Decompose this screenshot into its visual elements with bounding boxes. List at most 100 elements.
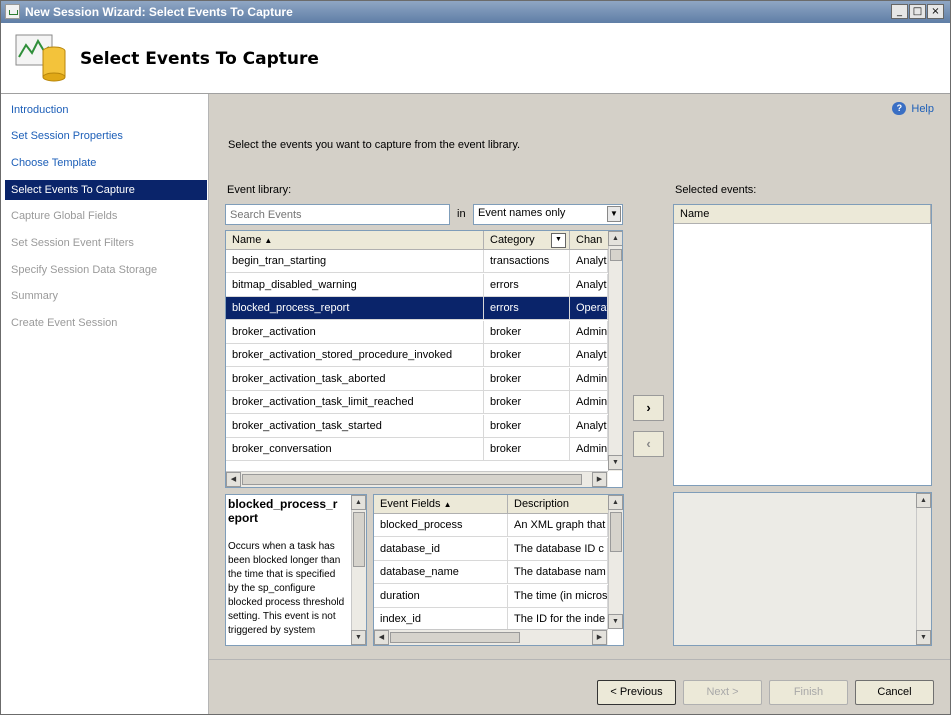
scroll-down-icon[interactable]: ▼ bbox=[351, 630, 366, 645]
cell-name: broker_conversation bbox=[226, 438, 484, 460]
app-icon bbox=[5, 4, 20, 19]
help-label: Help bbox=[911, 102, 934, 115]
column-header-name[interactable]: Name ▲ bbox=[226, 231, 484, 250]
column-filter-icon[interactable]: ▼ bbox=[551, 233, 566, 248]
cell-name: bitmap_disabled_warning bbox=[226, 273, 484, 296]
nav-item-capture-global-fields: Capture Global Fields bbox=[11, 210, 118, 222]
maximize-button[interactable]: □ bbox=[909, 4, 926, 19]
table-row[interactable]: duration The time (in micros bbox=[374, 584, 608, 608]
column-header-event-fields[interactable]: Event Fields ▲ bbox=[374, 495, 508, 514]
scroll-down-icon[interactable]: ▼ bbox=[608, 455, 622, 470]
cell-channel: Analyti bbox=[570, 414, 608, 437]
scroll-thumb[interactable] bbox=[610, 249, 622, 261]
nav-item-set-session-properties[interactable]: Set Session Properties bbox=[5, 126, 207, 146]
add-event-button[interactable]: › bbox=[633, 395, 664, 421]
scroll-up-icon[interactable]: ▲ bbox=[351, 495, 366, 510]
column-header-channel[interactable]: Chan bbox=[570, 231, 610, 250]
cell-name: broker_activation_task_started bbox=[226, 414, 484, 437]
scroll-thumb[interactable] bbox=[353, 512, 365, 567]
page-title: Select Events To Capture bbox=[80, 49, 319, 69]
event-library-label: Event library: bbox=[227, 184, 292, 196]
search-scope-value: Event names only bbox=[478, 207, 566, 219]
table-row[interactable]: begin_tran_starting transactions Analyti bbox=[226, 250, 608, 273]
selected-events-label: Selected events: bbox=[675, 184, 757, 196]
table-row[interactable]: broker_activation_task_aborted broker Admi… bbox=[226, 367, 608, 391]
cell-name: blocked_process_report bbox=[226, 297, 484, 319]
minimize-button[interactable]: _ bbox=[891, 4, 908, 19]
table-row[interactable]: broker_activation_stored_procedure_invok… bbox=[226, 344, 608, 367]
table-row[interactable]: index_id The ID for the inde bbox=[374, 608, 608, 631]
column-header-category[interactable]: Category ▼ bbox=[484, 231, 570, 250]
cell-category: broker bbox=[484, 391, 570, 413]
cell-category: broker bbox=[484, 414, 570, 437]
table-row[interactable]: broker_conversation broker Admin bbox=[226, 438, 608, 461]
cell-category: errors bbox=[484, 273, 570, 296]
fields-vertical-scrollbar[interactable]: ▲ ▼ bbox=[608, 495, 623, 629]
scroll-left-icon[interactable]: ◀ bbox=[226, 472, 241, 487]
column-header-description[interactable]: Description bbox=[508, 495, 610, 514]
scroll-left-icon[interactable]: ◀ bbox=[374, 630, 389, 645]
search-events-input[interactable] bbox=[225, 204, 450, 225]
cancel-button[interactable]: Cancel bbox=[855, 680, 934, 705]
fields-horizontal-scrollbar[interactable]: ◀ ▶ bbox=[374, 629, 608, 645]
cell-channel: Admin bbox=[570, 391, 608, 413]
finish-button[interactable]: Finish bbox=[769, 680, 848, 705]
cell-channel: Admin bbox=[570, 367, 608, 390]
cell-field: index_id bbox=[374, 608, 508, 630]
cell-channel: Analyti bbox=[570, 273, 608, 296]
hscroll-thumb[interactable] bbox=[390, 632, 520, 643]
table-row[interactable]: database_id The database ID c bbox=[374, 537, 608, 561]
library-vertical-scrollbar[interactable]: ▲ ▼ bbox=[608, 231, 622, 471]
scroll-down-icon[interactable]: ▼ bbox=[608, 614, 623, 629]
close-button[interactable]: × bbox=[927, 4, 944, 19]
table-row[interactable]: blocked_process An XML graph that bbox=[374, 514, 608, 537]
cell-category: transactions bbox=[484, 250, 570, 272]
table-row[interactable]: database_name The database nam bbox=[374, 561, 608, 584]
next-button[interactable]: Next > bbox=[683, 680, 762, 705]
cell-name: broker_activation bbox=[226, 320, 484, 343]
scroll-right-icon[interactable]: ▶ bbox=[592, 630, 607, 645]
cell-description: The ID for the inde bbox=[508, 608, 608, 630]
scroll-up-icon[interactable]: ▲ bbox=[608, 495, 623, 510]
cell-category: errors bbox=[484, 297, 570, 319]
table-row[interactable]: broker_activation_task_limit_reached brok… bbox=[226, 391, 608, 414]
scroll-up-icon[interactable]: ▲ bbox=[916, 493, 931, 508]
chevron-down-icon[interactable]: ▼ bbox=[607, 206, 621, 222]
event-fields-grid[interactable]: Event Fields ▲ Description blocked_proce… bbox=[373, 494, 624, 646]
help-link[interactable]: ? Help bbox=[892, 102, 934, 115]
nav-item-introduction[interactable]: Introduction bbox=[5, 100, 207, 120]
nav-item-choose-template[interactable]: Choose Template bbox=[5, 153, 207, 173]
table-row[interactable]: bitmap_disabled_warning errors Analyti bbox=[226, 273, 608, 297]
table-row[interactable]: broker_activation broker Admin bbox=[226, 320, 608, 344]
sort-ascending-icon: ▲ bbox=[443, 500, 452, 509]
table-row[interactable]: blocked_process_report errors Operat bbox=[226, 297, 608, 320]
selected-events-grid[interactable]: Name bbox=[673, 204, 932, 486]
cell-description: The time (in micros bbox=[508, 584, 608, 607]
details-scrollbar[interactable]: ▲ ▼ bbox=[916, 493, 931, 645]
cell-description: The database nam bbox=[508, 561, 608, 583]
scroll-up-icon[interactable]: ▲ bbox=[608, 231, 622, 246]
library-horizontal-scrollbar[interactable]: ◀ ▶ bbox=[226, 471, 608, 487]
instruction-text: Select the events you want to capture fr… bbox=[228, 139, 521, 151]
nav-item-set-event-filters: Set Session Event Filters bbox=[11, 237, 134, 249]
nav-item-select-events[interactable]: Select Events To Capture bbox=[5, 180, 207, 200]
scroll-down-icon[interactable]: ▼ bbox=[916, 630, 931, 645]
previous-button[interactable]: < Previous bbox=[597, 680, 676, 705]
remove-event-button[interactable]: ‹ bbox=[633, 431, 664, 457]
scroll-thumb[interactable] bbox=[610, 512, 622, 552]
cell-description: An XML graph that bbox=[508, 514, 608, 536]
table-row[interactable]: broker_activation_task_started broker Anal… bbox=[226, 414, 608, 438]
window-controls: _ □ × bbox=[891, 4, 944, 19]
hscroll-thumb[interactable] bbox=[242, 474, 582, 485]
description-scrollbar[interactable]: ▲ ▼ bbox=[351, 495, 366, 645]
cell-category: broker bbox=[484, 367, 570, 390]
column-header-selected-name[interactable]: Name bbox=[674, 205, 931, 224]
cell-name: broker_activation_task_limit_reached bbox=[226, 391, 484, 413]
event-description-title: blocked_process_r eport bbox=[228, 497, 338, 525]
cell-name: broker_activation_stored_procedure_invok… bbox=[226, 344, 484, 366]
event-library-grid[interactable]: Name ▲ Category ▼ Chan begin_tran_starti… bbox=[225, 230, 623, 488]
search-scope-select[interactable]: Event names only ▼ bbox=[473, 204, 623, 225]
cell-field: database_id bbox=[374, 537, 508, 560]
cell-channel: Operat bbox=[570, 297, 608, 319]
scroll-right-icon[interactable]: ▶ bbox=[592, 472, 607, 487]
